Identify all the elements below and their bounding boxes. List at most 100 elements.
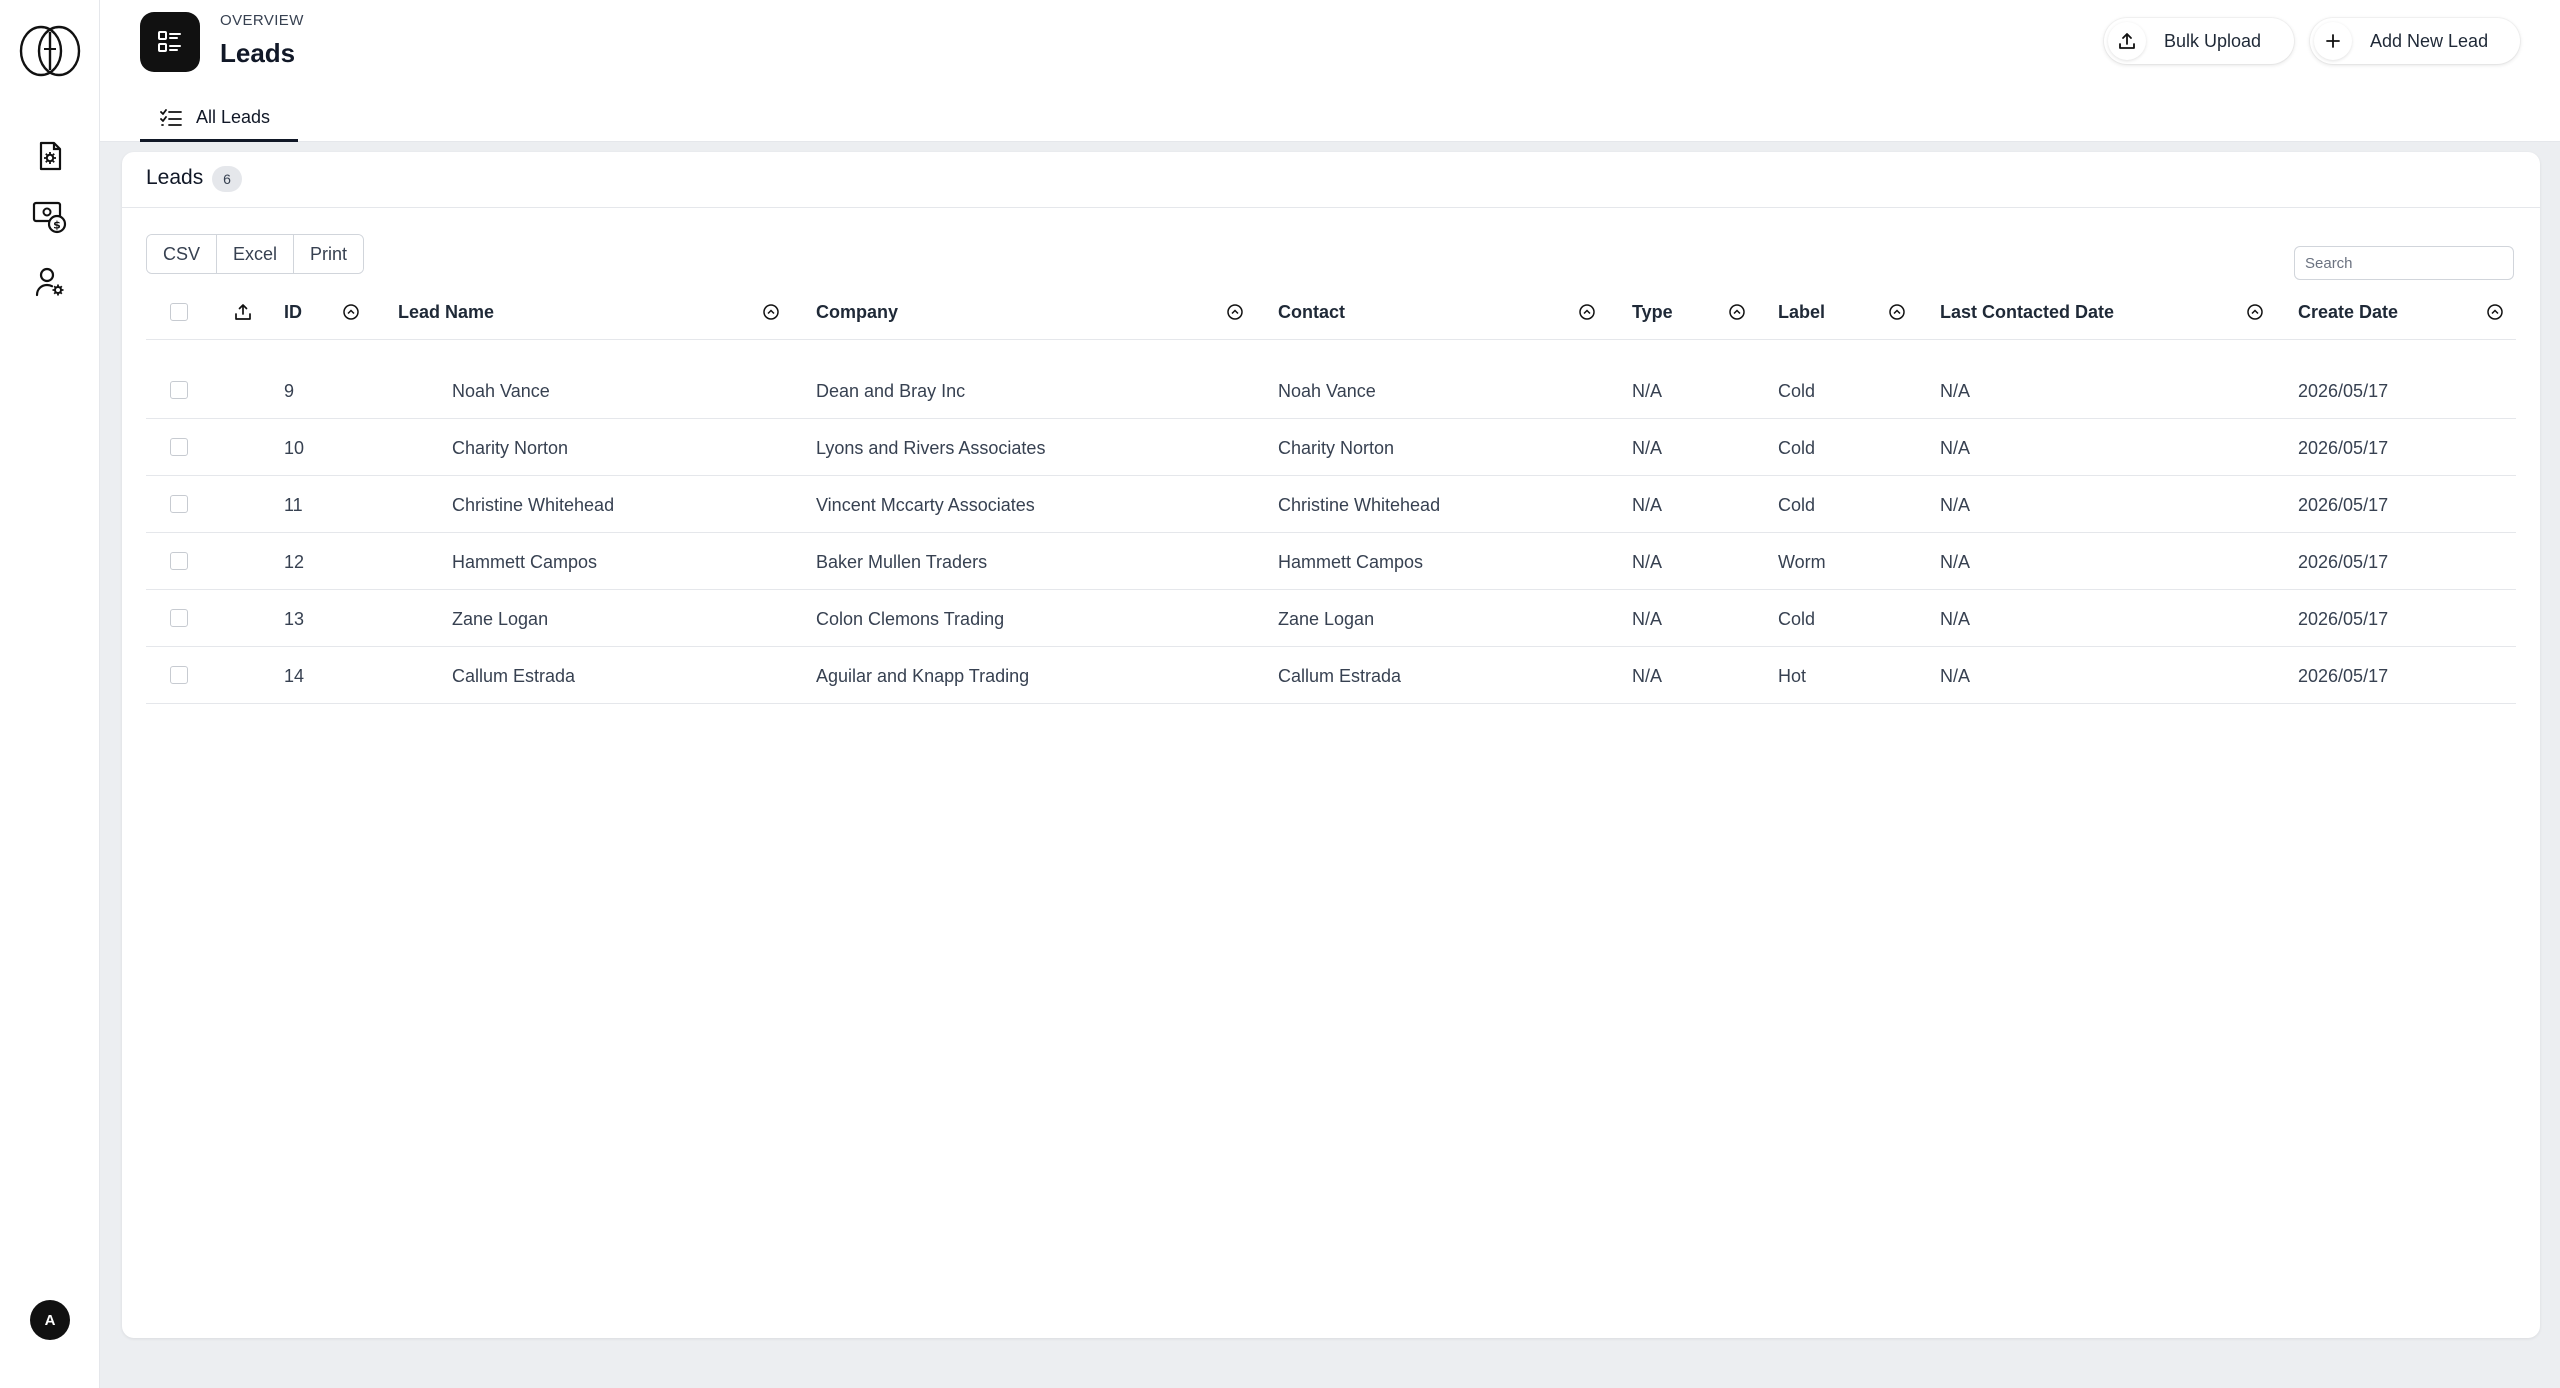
cell-company: Vincent Mccarty Associates — [816, 495, 1035, 515]
excel-button[interactable]: Excel — [217, 235, 295, 273]
page-title: Leads — [220, 38, 296, 68]
csv-button[interactable]: CSV — [147, 235, 218, 273]
column-header-last-contacted-date[interactable]: Last Contacted Date — [1940, 302, 2114, 323]
print-button[interactable]: Print — [294, 235, 364, 273]
table-spacer — [146, 340, 2516, 362]
cell-contact: Noah Vance — [1278, 381, 1376, 401]
column-header-create-date[interactable]: Create Date — [2298, 302, 2398, 323]
card-title: Leads — [146, 166, 204, 189]
checklist-icon — [160, 108, 182, 126]
cell-id: 12 — [284, 552, 305, 572]
cell-create-date: 2026/05/17 — [2298, 381, 2389, 401]
cell-label: Cold — [1778, 609, 1816, 629]
leads-list-icon — [140, 12, 200, 72]
row-checkbox[interactable] — [170, 438, 188, 456]
table-row[interactable]: 14 Callum Estrada Aguilar and Knapp Trad… — [146, 647, 2516, 704]
cell-label: Cold — [1778, 495, 1816, 515]
leads-count-badge: 6 — [212, 166, 242, 192]
sort-icon[interactable] — [1226, 303, 1244, 321]
cell-type: N/A — [1632, 381, 1663, 401]
bulk-upload-label: Bulk Upload — [2164, 30, 2262, 51]
sort-icon[interactable] — [342, 303, 360, 321]
sort-icon[interactable] — [1888, 303, 1906, 321]
column-header-id[interactable]: ID — [284, 302, 302, 323]
column-header-lead-name[interactable]: Lead Name — [398, 302, 494, 323]
tab-all-leads[interactable]: All Leads — [140, 96, 298, 142]
table-row[interactable]: 13 Zane Logan Colon Clemons Trading Zane… — [146, 590, 2516, 647]
row-checkbox[interactable] — [170, 666, 188, 684]
cell-label: Cold — [1778, 381, 1816, 401]
cell-type: N/A — [1632, 495, 1663, 515]
settings-document-icon — [39, 141, 62, 171]
cell-company: Baker Mullen Traders — [816, 552, 988, 572]
cell-company: Aguilar and Knapp Trading — [816, 666, 1030, 686]
table-row[interactable]: 12 Hammett Campos Baker Mullen Traders H… — [146, 533, 2516, 590]
svg-text:$: $ — [53, 219, 61, 232]
brand-logo-icon[interactable] — [14, 22, 86, 80]
cell-lead-name[interactable]: Hammett Campos — [452, 552, 597, 573]
export-icon[interactable] — [234, 303, 252, 321]
cell-lead-name[interactable]: Zane Logan — [452, 609, 548, 630]
card-header: Leads 6 — [122, 152, 2540, 208]
row-checkbox[interactable] — [170, 609, 188, 627]
cell-contact: Zane Logan — [1278, 609, 1375, 629]
cell-contact: Charity Norton — [1278, 438, 1395, 458]
money-icon: $ — [32, 201, 67, 234]
cell-lead-name[interactable]: Charity Norton — [452, 438, 568, 459]
row-checkbox[interactable] — [170, 495, 188, 513]
cell-label: Worm — [1778, 552, 1826, 572]
cell-contact: Callum Estrada — [1278, 666, 1402, 686]
user-settings-icon — [35, 267, 64, 297]
select-all-checkbox[interactable] — [170, 303, 188, 321]
plus-icon — [2314, 22, 2352, 60]
cell-id: 13 — [284, 609, 305, 629]
sort-icon[interactable] — [1578, 303, 1596, 321]
sidebar-item-finance[interactable]: $ — [30, 197, 70, 237]
cell-create-date: 2026/05/17 — [2298, 495, 2389, 515]
cell-last-contacted: N/A — [1940, 381, 1971, 401]
user-avatar[interactable]: A — [30, 1300, 70, 1340]
page-overline: OVERVIEW — [220, 12, 304, 29]
cell-company: Lyons and Rivers Associates — [816, 438, 1046, 458]
cell-lead-name[interactable]: Christine Whitehead — [452, 495, 614, 516]
bulk-upload-button[interactable]: Bulk Upload — [2104, 18, 2294, 64]
cell-id: 9 — [284, 381, 295, 401]
sidebar-item-users[interactable] — [30, 262, 70, 302]
sidebar: $ A — [0, 0, 100, 1388]
sort-icon[interactable] — [2486, 303, 2504, 321]
table-row[interactable]: 9 Noah Vance Dean and Bray Inc Noah Vanc… — [146, 362, 2516, 419]
cell-create-date: 2026/05/17 — [2298, 609, 2389, 629]
column-header-company[interactable]: Company — [816, 302, 898, 323]
export-button-group: CSV Excel Print — [146, 234, 365, 274]
leads-table: ID Lead Name Company Contact Type Label … — [146, 286, 2516, 704]
cell-company: Dean and Bray Inc — [816, 381, 966, 401]
sort-icon[interactable] — [762, 303, 780, 321]
table-row[interactable]: 11 Christine Whitehead Vincent Mccarty A… — [146, 476, 2516, 533]
add-new-lead-button[interactable]: Add New Lead — [2310, 18, 2520, 64]
cell-contact: Hammett Campos — [1278, 552, 1424, 572]
cell-create-date: 2026/05/17 — [2298, 666, 2389, 686]
cell-id: 11 — [284, 495, 303, 515]
cell-contact: Christine Whitehead — [1278, 495, 1441, 515]
row-checkbox[interactable] — [170, 552, 188, 570]
cell-id: 14 — [284, 666, 305, 686]
cell-last-contacted: N/A — [1940, 438, 1971, 458]
column-header-type[interactable]: Type — [1632, 302, 1673, 323]
cell-create-date: 2026/05/17 — [2298, 438, 2389, 458]
row-checkbox[interactable] — [170, 381, 188, 399]
cell-lead-name[interactable]: Callum Estrada — [452, 666, 575, 687]
search-input[interactable] — [2294, 246, 2514, 280]
sort-icon[interactable] — [1728, 303, 1746, 321]
cell-last-contacted: N/A — [1940, 609, 1971, 629]
column-header-contact[interactable]: Contact — [1278, 302, 1345, 323]
cell-company: Colon Clemons Trading — [816, 609, 1005, 629]
sort-icon[interactable] — [2246, 303, 2264, 321]
cell-lead-name[interactable]: Noah Vance — [452, 381, 550, 402]
page-header: OVERVIEW Leads All Leads Bulk Upload Add… — [100, 0, 2560, 142]
cell-create-date: 2026/05/17 — [2298, 552, 2389, 572]
column-header-label[interactable]: Label — [1778, 302, 1825, 323]
sidebar-item-documents[interactable] — [30, 136, 70, 176]
table-header: ID Lead Name Company Contact Type Label … — [146, 286, 2516, 340]
cell-label: Hot — [1778, 666, 1807, 686]
table-row[interactable]: 10 Charity Norton Lyons and Rivers Assoc… — [146, 419, 2516, 476]
